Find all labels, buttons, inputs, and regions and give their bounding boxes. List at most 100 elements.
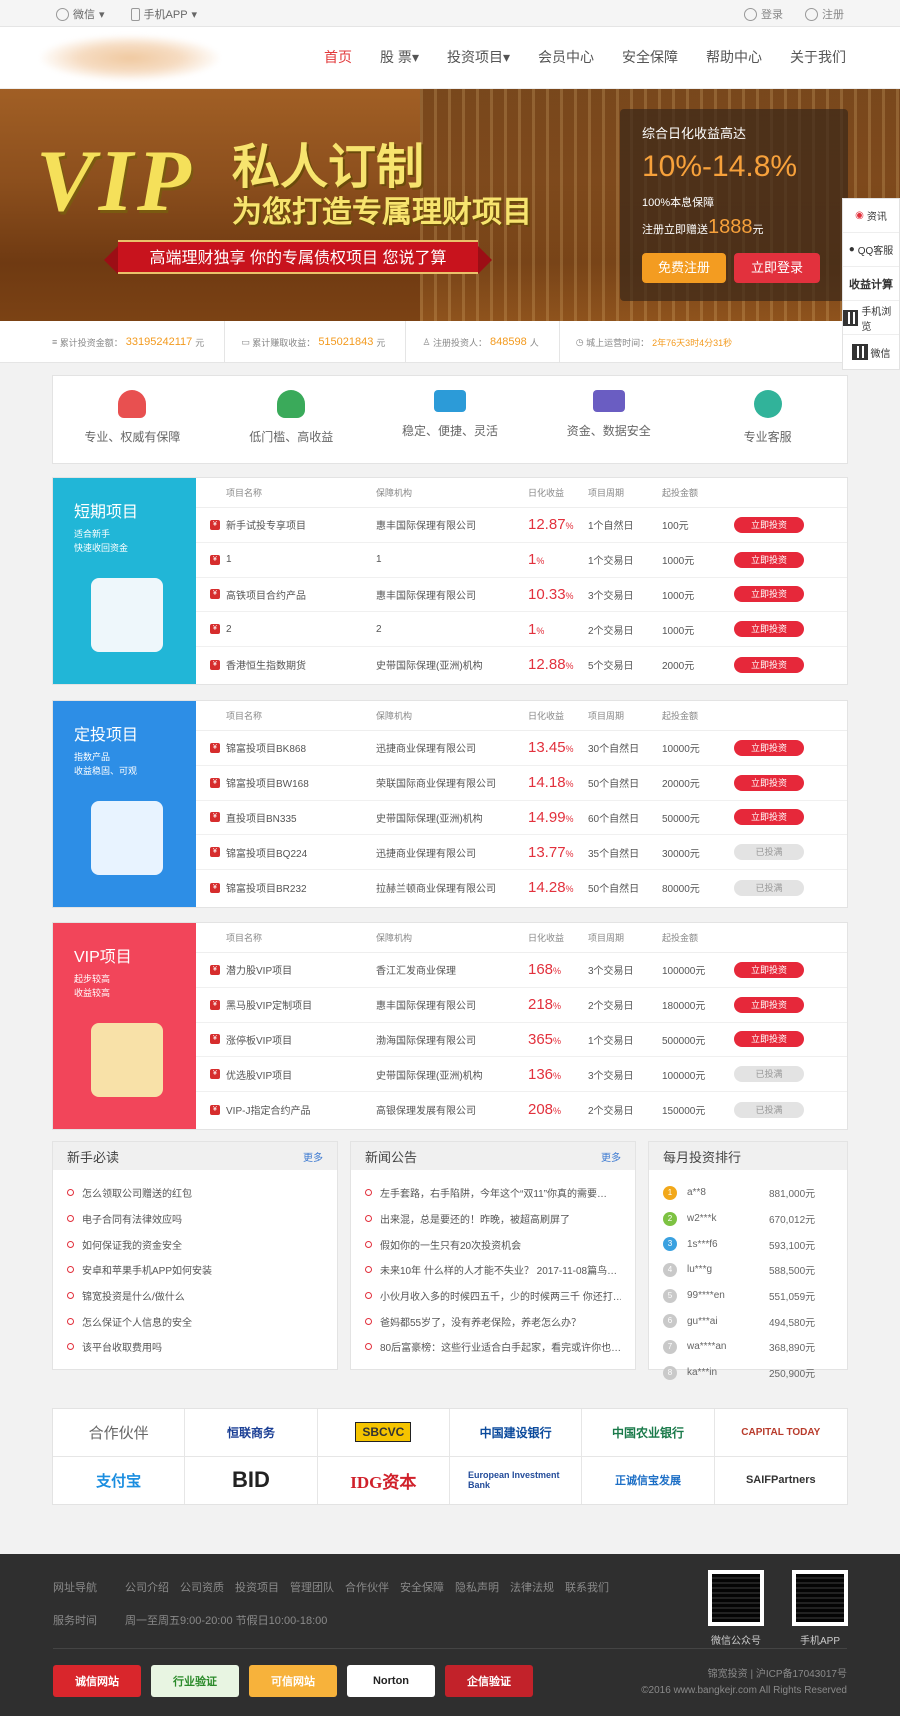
partner-logo[interactable]: BID — [185, 1456, 318, 1504]
partner-logo[interactable]: 中国建设银行 — [449, 1409, 583, 1457]
table-row[interactable]: ¥ 直投项目BN335 史带国际保理(亚洲)机构 14.99% 60个自然日 50… — [196, 801, 847, 836]
table-row[interactable]: ¥ 高铁项目合约产品 惠丰国际保理有限公司 10.33% 3个交易日 1000元 … — [196, 578, 847, 613]
list-item[interactable]: 安卓和苹果手机APP如何安装 — [67, 1257, 323, 1283]
nav-member[interactable]: 会员中心 — [538, 47, 594, 67]
badge-enterprise[interactable]: 企信验证 — [445, 1665, 533, 1697]
table-row[interactable]: ¥ 锦富投项目BK868 迅捷商业保理有限公司 13.45% 30个自然日 100… — [196, 731, 847, 766]
footer-link[interactable]: 公司资质 — [180, 1579, 224, 1595]
list-item[interactable]: 如何保证我的资金安全 — [67, 1231, 323, 1257]
project-name[interactable]: 直投项目BN335 — [226, 810, 297, 825]
project-name[interactable]: 黑马股VIP定制项目 — [226, 997, 312, 1012]
invest-button[interactable]: 立即投资 — [734, 621, 804, 638]
nav-help[interactable]: 帮助中心 — [706, 47, 762, 67]
partner-logo[interactable]: 中国农业银行 — [582, 1409, 715, 1457]
footer-link[interactable]: 合作伙伴 — [345, 1579, 389, 1595]
partner-logo[interactable]: European Investment Bank — [450, 1456, 583, 1504]
list-item[interactable]: 电子合同有法律效应吗 — [67, 1206, 323, 1232]
list-item[interactable]: 怎么保证个人信息的安全 — [67, 1308, 323, 1334]
footer-link[interactable]: 隐私声明 — [455, 1579, 499, 1595]
register-link[interactable]: 注册 — [805, 6, 844, 22]
login-link[interactable]: 登录 — [744, 6, 783, 22]
list-item[interactable]: 出来混，总是要还的！昨晚，被超高刷屏了 — [365, 1206, 621, 1232]
app-link[interactable]: 手机APP ▾ — [130, 6, 197, 22]
invest-button[interactable]: 立即投资 — [734, 961, 804, 978]
project-name[interactable]: 涨停板VIP项目 — [226, 1032, 292, 1047]
invest-button[interactable]: 立即投资 — [734, 739, 804, 756]
side-mobile[interactable]: 手机浏览 — [843, 301, 899, 335]
invest-button[interactable]: 立即投资 — [734, 1031, 804, 1048]
footer-link[interactable]: 公司介绍 — [125, 1579, 169, 1595]
weixin-link[interactable]: 微信 ▾ — [56, 6, 105, 22]
partner-logo[interactable]: 正诚信宝发展 — [582, 1456, 715, 1504]
side-news[interactable]: ◉ 资讯 — [843, 199, 899, 233]
project-name[interactable]: 新手试投专享项目 — [226, 517, 306, 532]
invest-button[interactable]: 已投满 — [734, 1101, 804, 1118]
nav-projects[interactable]: 投资项目▾ — [447, 47, 510, 67]
nav-home[interactable]: 首页 — [324, 47, 352, 67]
table-row[interactable]: ¥ 锦富投项目BQ224 迅捷商业保理有限公司 13.77% 35个自然日 300… — [196, 835, 847, 871]
news-more-link[interactable]: 更多 — [601, 1149, 621, 1164]
table-row[interactable]: ¥ 黑马股VIP定制项目 惠丰国际保理有限公司 218% 2个交易日 180000… — [196, 988, 847, 1023]
project-name[interactable]: 潜力股VIP项目 — [226, 962, 292, 977]
list-item[interactable]: 该平台收取费用吗 — [67, 1334, 323, 1360]
invest-button[interactable]: 立即投资 — [734, 551, 804, 568]
partner-logo[interactable]: SAIFPartners — [715, 1457, 847, 1505]
free-register-button[interactable]: 免费注册 — [642, 253, 726, 283]
invest-button[interactable]: 立即投资 — [734, 656, 804, 673]
project-name[interactable]: 锦富投项目BW168 — [226, 775, 309, 790]
side-wechat[interactable]: 微信 — [843, 335, 899, 369]
project-name[interactable]: 香港恒生指数期货 — [226, 657, 306, 672]
footer-link[interactable]: 管理团队 — [290, 1579, 334, 1595]
project-name[interactable]: 优选股VIP项目 — [226, 1067, 292, 1082]
table-row[interactable]: ¥ 潜力股VIP项目 香江汇发商业保理 168% 3个交易日 100000元 立即… — [196, 953, 847, 988]
table-row[interactable]: ¥ 优选股VIP项目 史带国际保理(亚洲)机构 136% 3个交易日 100000… — [196, 1057, 847, 1093]
side-calculator[interactable]: 收益计算 — [843, 267, 899, 301]
badge-credit-site[interactable]: 诚信网站 — [53, 1665, 141, 1697]
badge-trusted[interactable]: 可信网站 — [249, 1665, 337, 1697]
invest-button[interactable]: 立即投资 — [734, 809, 804, 826]
badge-norton[interactable]: Norton — [347, 1665, 435, 1697]
nav-stocks[interactable]: 股 票▾ — [380, 47, 419, 67]
list-item[interactable]: 小伙月收入多的时候四五千，少的时候两三千 你还打… — [365, 1283, 621, 1309]
table-row[interactable]: ¥1 1 1% 1个交易日 1000元 立即投资 — [196, 543, 847, 578]
project-name[interactable]: 锦富投项目BQ224 — [226, 845, 307, 860]
invest-button[interactable]: 已投满 — [734, 844, 804, 861]
site-logo[interactable] — [40, 35, 220, 81]
nav-security[interactable]: 安全保障 — [622, 47, 678, 67]
footer-link[interactable]: 安全保障 — [400, 1579, 444, 1595]
partner-logo[interactable]: 支付宝 — [53, 1456, 186, 1504]
project-name[interactable]: 锦富投项目BR232 — [226, 880, 307, 895]
invest-button[interactable]: 已投满 — [734, 1066, 804, 1083]
project-name[interactable]: 1 — [226, 554, 232, 565]
table-row[interactable]: ¥ 香港恒生指数期货 史带国际保理(亚洲)机构 12.88% 5个交易日 2000… — [196, 647, 847, 682]
badge-industry[interactable]: 行业验证 — [151, 1665, 239, 1697]
project-name[interactable]: 锦富投项目BK868 — [226, 740, 306, 755]
list-item[interactable]: 未来10年 什么样的人才能不失业？ 2017-11-08篇鸟… — [365, 1257, 621, 1283]
partner-logo[interactable]: CAPITAL TODAY — [714, 1409, 847, 1457]
project-name[interactable]: 2 — [226, 624, 232, 635]
invest-button[interactable]: 立即投资 — [734, 774, 804, 791]
table-row[interactable]: ¥ 锦富投项目BW168 荣联国际商业保理有限公司 14.18% 50个自然日 2… — [196, 766, 847, 801]
nav-about[interactable]: 关于我们 — [790, 47, 846, 67]
invest-button[interactable]: 立即投资 — [734, 516, 804, 533]
partner-logo[interactable]: IDG资本 — [318, 1456, 450, 1504]
list-item[interactable]: 假如你的一生只有20次投资机会 — [365, 1231, 621, 1257]
list-item[interactable]: 80后富豪榜：这些行业适合白手起家，看完或许你也… — [365, 1334, 621, 1360]
footer-link[interactable]: 法律法规 — [510, 1579, 554, 1595]
table-row[interactable]: ¥ VIP-J指定合约产品 高银保理发展有限公司 208% 2个交易日 15000… — [196, 1092, 847, 1127]
invest-button[interactable]: 立即投资 — [734, 586, 804, 603]
footer-link[interactable]: 投资项目 — [235, 1579, 279, 1595]
invest-button[interactable]: 已投满 — [734, 879, 804, 896]
project-name[interactable]: VIP-J指定合约产品 — [226, 1102, 310, 1117]
table-row[interactable]: ¥ 新手试投专享项目 惠丰国际保理有限公司 12.87% 1个自然日 100元 立… — [196, 508, 847, 543]
project-name[interactable]: 高铁项目合约产品 — [226, 587, 306, 602]
partner-logo[interactable]: 恒联商务 — [185, 1409, 318, 1457]
table-row[interactable]: ¥ 锦富投项目BR232 拉赫兰顿商业保理有限公司 14.28% 50个自然日 8… — [196, 870, 847, 905]
footer-link[interactable]: 联系我们 — [565, 1579, 609, 1595]
table-row[interactable]: ¥ 涨停板VIP项目 渤海国际保理有限公司 365% 1个交易日 500000元 … — [196, 1023, 847, 1058]
list-item[interactable]: 怎么领取公司赠送的红包 — [67, 1180, 323, 1206]
list-item[interactable]: 爸妈都55岁了，没有养老保险，养老怎么办？ — [365, 1308, 621, 1334]
table-row[interactable]: ¥2 2 1% 2个交易日 1000元 立即投资 — [196, 612, 847, 648]
login-now-button[interactable]: 立即登录 — [734, 253, 820, 283]
newbie-more-link[interactable]: 更多 — [303, 1149, 323, 1164]
